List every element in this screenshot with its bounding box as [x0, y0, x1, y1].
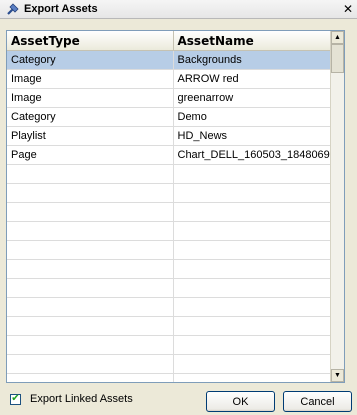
checkmark-icon: ✔ — [11, 393, 20, 404]
cell-assettype — [7, 202, 174, 222]
cell-assettype — [7, 373, 174, 382]
scroll-up-button[interactable]: ▲ — [331, 31, 344, 44]
cell-assettype — [7, 335, 174, 355]
cell-assettype — [7, 240, 174, 260]
table-row[interactable] — [7, 278, 344, 298]
table-row[interactable] — [7, 297, 344, 317]
cell-assettype — [7, 316, 174, 336]
table-row[interactable] — [7, 202, 344, 222]
cell-assetname — [173, 164, 344, 184]
cell-assetname: ARROW red — [173, 69, 344, 89]
vertical-scrollbar[interactable]: ▲ ▼ — [330, 31, 344, 382]
close-icon: ✕ — [342, 2, 354, 16]
arrow-down-icon: ▼ — [334, 372, 341, 379]
checkbox-label[interactable]: Export Linked Assets — [30, 393, 133, 405]
column-header-assetname[interactable]: AssetName — [173, 31, 344, 51]
scroll-down-button[interactable]: ▼ — [331, 369, 344, 382]
export-assets-dialog: Export Assets ✕ AssetType AssetName Cate… — [0, 0, 357, 415]
column-header-assettype[interactable]: AssetType — [7, 31, 174, 51]
cell-assetname — [173, 259, 344, 279]
cell-assetname — [173, 278, 344, 298]
table-row[interactable] — [7, 183, 344, 203]
cell-assetname — [173, 240, 344, 260]
assets-table: AssetType AssetName Category Backgrounds I… — [7, 31, 344, 382]
cell-assetname: greenarrow — [173, 88, 344, 108]
cell-assettype — [7, 164, 174, 184]
table-row[interactable] — [7, 164, 344, 184]
cell-assetname — [173, 297, 344, 317]
cell-assettype — [7, 183, 174, 203]
ok-button[interactable]: OK — [206, 391, 275, 412]
scroll-thumb[interactable] — [331, 44, 344, 73]
table-row[interactable]: Category Backgrounds — [7, 50, 344, 70]
cell-assettype — [7, 354, 174, 374]
cell-assettype: Category — [7, 107, 174, 127]
cell-assettype: Playlist — [7, 126, 174, 146]
cell-assetname: Chart_DELL_160503_184806930 — [173, 145, 344, 165]
cell-assettype: Page — [7, 145, 174, 165]
table-row[interactable] — [7, 354, 344, 374]
table-row[interactable] — [7, 259, 344, 279]
cell-assetname — [173, 373, 344, 382]
table-row[interactable] — [7, 335, 344, 355]
dialog-footer: ✔ Export Linked Assets OK Cancel — [0, 386, 357, 415]
table-row[interactable]: Image greenarrow — [7, 88, 344, 108]
cell-assettype — [7, 278, 174, 298]
cell-assetname — [173, 335, 344, 355]
close-button[interactable]: ✕ — [341, 2, 355, 16]
table-row[interactable] — [7, 221, 344, 241]
cell-assetname — [173, 202, 344, 222]
cell-assettype — [7, 221, 174, 241]
cell-assetname — [173, 316, 344, 336]
table-row[interactable]: Image ARROW red — [7, 69, 344, 89]
title-bar: Export Assets ✕ — [0, 0, 357, 19]
export-linked-assets-checkbox[interactable]: ✔ Export Linked Assets — [10, 393, 133, 405]
export-tool-icon — [6, 2, 20, 16]
cell-assetname: Backgrounds — [173, 50, 344, 70]
checkbox-box[interactable]: ✔ — [10, 393, 21, 405]
assets-grid: AssetType AssetName Category Backgrounds I… — [6, 30, 345, 383]
cell-assetname: Demo — [173, 107, 344, 127]
cell-assettype — [7, 297, 174, 317]
cell-assetname — [173, 354, 344, 374]
cell-assettype: Image — [7, 88, 174, 108]
arrow-up-icon: ▲ — [334, 34, 341, 41]
cell-assettype: Image — [7, 69, 174, 89]
cell-assetname — [173, 183, 344, 203]
table-row[interactable] — [7, 373, 344, 382]
dialog-title: Export Assets — [24, 3, 98, 15]
cell-assetname: HD_News — [173, 126, 344, 146]
table-row[interactable]: Category Demo — [7, 107, 344, 127]
cell-assettype — [7, 259, 174, 279]
table-row[interactable]: Page Chart_DELL_160503_184806930 — [7, 145, 344, 165]
table-row[interactable] — [7, 240, 344, 260]
cell-assettype: Category — [7, 50, 174, 70]
cancel-button[interactable]: Cancel — [283, 391, 352, 412]
table-row[interactable] — [7, 316, 344, 336]
header-row: AssetType AssetName — [7, 31, 344, 51]
table-row[interactable]: Playlist HD_News — [7, 126, 344, 146]
cell-assetname — [173, 221, 344, 241]
